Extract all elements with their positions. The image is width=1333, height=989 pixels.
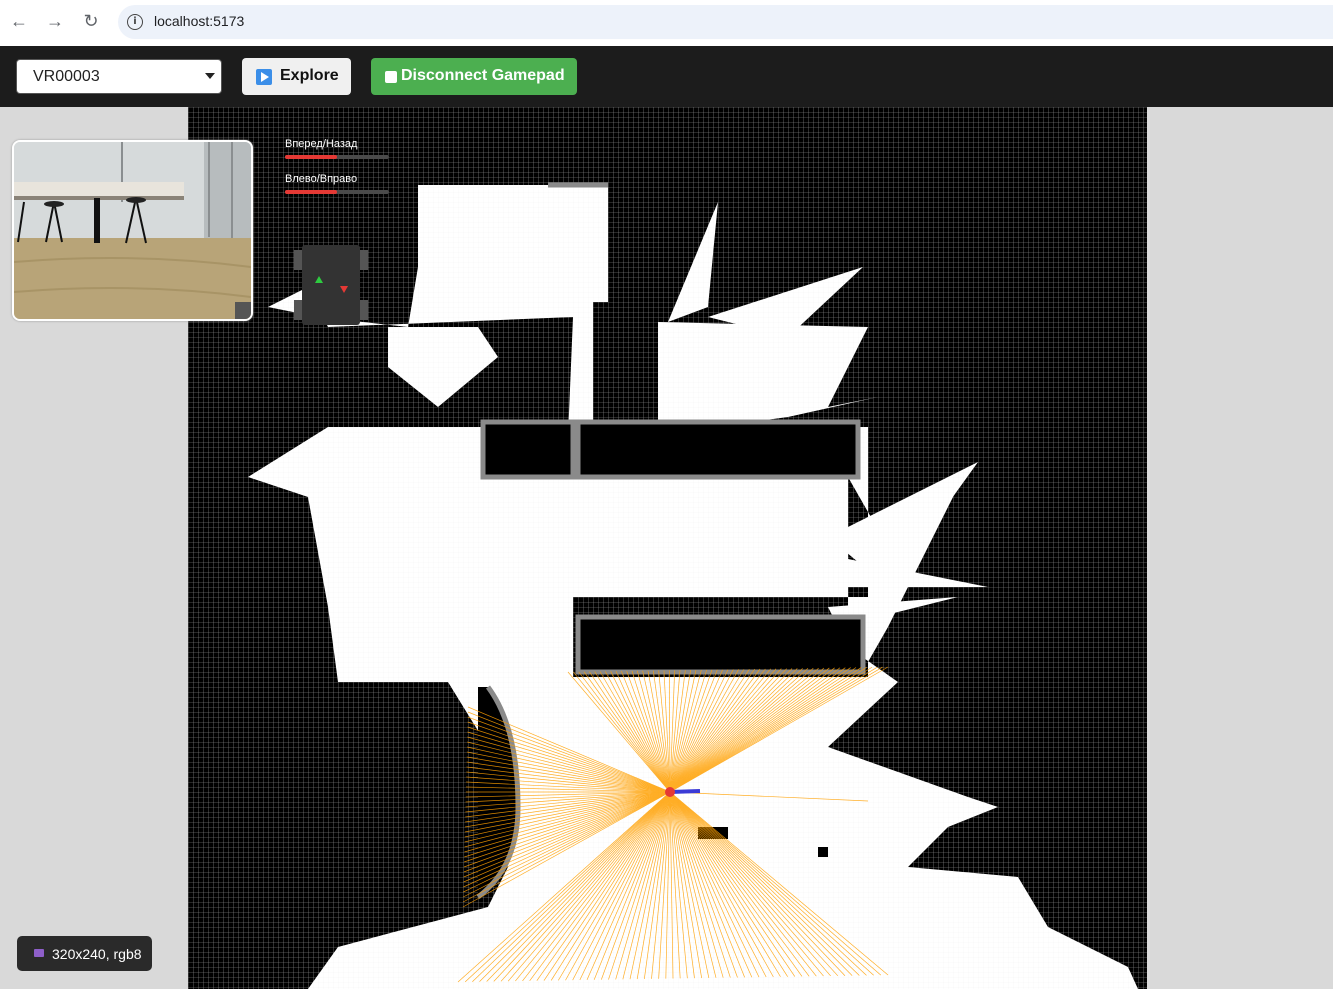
- robot-position-marker: [665, 787, 675, 797]
- explore-button[interactable]: Explore: [242, 58, 351, 95]
- camera-status-badge: 320x240, rgb8: [17, 936, 152, 971]
- address-bar[interactable]: i localhost:5173: [118, 5, 1333, 39]
- play-icon: [256, 69, 272, 85]
- gamepad-button-label: Disconnect Gamepad: [401, 67, 565, 84]
- app-toolbar: VR00003 Explore Disconnect Gamepad: [0, 46, 1333, 107]
- stop-icon: [385, 71, 397, 83]
- robot-select-value: VR00003: [33, 68, 100, 85]
- reload-icon[interactable]: ↻: [80, 10, 102, 32]
- left-right-bar: [285, 190, 389, 194]
- left-right-fill: [285, 190, 337, 194]
- robot-chassis-icon: [294, 245, 368, 325]
- robot-select[interactable]: VR00003: [16, 59, 222, 94]
- url-text: localhost:5173: [154, 13, 245, 29]
- camera-feed: [12, 140, 253, 321]
- camera-image: [14, 142, 251, 319]
- site-info-icon[interactable]: i: [127, 14, 143, 30]
- camera-status-text: 320x240, rgb8: [52, 946, 142, 962]
- forward-arrow-icon[interactable]: →: [44, 10, 66, 32]
- left-right-label: Влево/Вправо: [285, 173, 358, 185]
- camera-icon: [34, 949, 44, 957]
- back-arrow-icon[interactable]: ←: [8, 10, 30, 32]
- gamepad-overlay: Вперед/Назад Влево/Вправо: [282, 130, 392, 340]
- explore-button-label: Explore: [280, 67, 339, 84]
- chevron-down-icon: [205, 73, 215, 79]
- forward-back-bar: [285, 155, 389, 159]
- forward-back-fill: [285, 155, 337, 159]
- disconnect-gamepad-button[interactable]: Disconnect Gamepad: [371, 58, 577, 95]
- browser-bar: ← → ↻ i localhost:5173: [0, 0, 1333, 46]
- forward-back-label: Вперед/Назад: [285, 138, 358, 150]
